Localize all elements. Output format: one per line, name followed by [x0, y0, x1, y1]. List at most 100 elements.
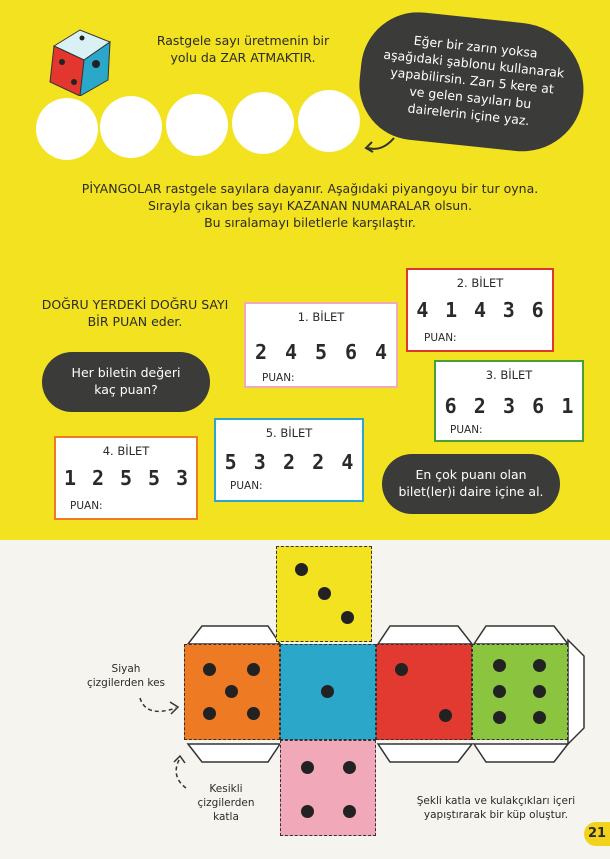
page-number: 21 [584, 822, 610, 846]
ticket-number: 6 [531, 298, 544, 322]
ticket-2-title: 2. BİLET [456, 276, 504, 290]
ticket-number: 1 [561, 394, 574, 418]
ticket-1-numbers: 2 4 5 6 4 [246, 340, 396, 364]
ticket-1-title: 1. BİLET [297, 310, 345, 324]
dice-result-circle-2[interactable] [100, 96, 162, 158]
cut-line-1: Siyah [111, 663, 141, 675]
ticket-number: 1 [445, 298, 458, 322]
ticket-number: 4 [374, 340, 388, 364]
ticket-number: 4 [416, 298, 429, 322]
circle-winner-bubble: En çok puanı olan bilet(ler)i daire için… [382, 454, 560, 514]
circle-bubble-line-2: bilet(ler)i daire içine al. [398, 484, 544, 499]
pip [247, 663, 260, 676]
ticket-5-numbers: 5 3 2 2 4 [216, 450, 362, 474]
dice-result-circle-1[interactable] [36, 98, 98, 160]
ticket-number: 5 [147, 466, 161, 490]
intro-line-2: yolu da ZAR ATMAKTIR. [170, 50, 316, 65]
ticket-1: 1. BİLET 2 4 5 6 4 PUAN: [244, 302, 398, 388]
ticket-2-numbers: 4 1 4 3 6 [408, 298, 552, 322]
arrow-icon [364, 137, 395, 153]
fold-line-1: Kesikli [209, 783, 243, 795]
pip [225, 685, 238, 698]
pip [301, 761, 314, 774]
ticket-number: 6 [532, 394, 545, 418]
ticket-4: 4. BİLET 1 2 5 5 3 PUAN: [54, 436, 198, 520]
ticket-number: 1 [63, 466, 77, 490]
ticket-number: 3 [253, 450, 266, 474]
pip [493, 685, 506, 698]
die-face-six [472, 644, 568, 740]
ticket-number: 5 [224, 450, 237, 474]
ticket-number: 5 [119, 466, 133, 490]
pip [343, 805, 356, 818]
ticket-3-points[interactable]: PUAN: [450, 424, 483, 436]
dice-result-circle-3[interactable] [166, 94, 228, 156]
pip [301, 805, 314, 818]
ticket-number: 2 [473, 394, 486, 418]
intro-text: Rastgele sayı üretmenin bir yolu da ZAR … [138, 32, 348, 66]
dice-result-circle-5[interactable] [298, 90, 360, 152]
fold-line-3: katla [213, 811, 239, 823]
pip [395, 663, 408, 676]
lottery-line-2: Sırayla çıkan beş sayı KAZANAN NUMARALAR… [147, 198, 473, 213]
assemble-instruction: Şekli katla ve kulakçıkları içeri yapışt… [398, 794, 594, 822]
cut-arrow-icon [139, 697, 180, 715]
lottery-instructions: PİYANGOLAR rastgele sayılara dayanır. Aş… [40, 180, 580, 231]
ticket-number: 3 [502, 394, 515, 418]
ticket-number: 2 [282, 450, 295, 474]
ticket-number: 2 [91, 466, 105, 490]
ticket-5-title: 5. BİLET [265, 426, 313, 440]
ticket-number: 5 [314, 340, 328, 364]
circle-bubble-line-1: En çok puanı olan [415, 467, 527, 482]
ticket-4-numbers: 1 2 5 5 3 [56, 466, 196, 490]
ticket-3: 3. BİLET 6 2 3 6 1 PUAN: [434, 360, 584, 442]
fold-instruction: Kesikli çizgilerden katla [188, 782, 264, 824]
pip [493, 659, 506, 672]
pip [318, 587, 331, 600]
pip [533, 711, 546, 724]
pip [533, 685, 546, 698]
pip [321, 685, 334, 698]
question-line-2: kaç puan? [94, 382, 158, 397]
die-face-two [376, 644, 472, 740]
fold-line-2: çizgilerden [197, 797, 255, 809]
pip [341, 611, 354, 624]
intro-line-1: Rastgele sayı üretmenin bir [156, 33, 330, 48]
ticket-number: 6 [344, 340, 358, 364]
die-face-five [184, 644, 280, 740]
ticket-number: 3 [502, 298, 515, 322]
cut-line-2: çizgilerden kes [86, 677, 166, 689]
lottery-line-1: PİYANGOLAR rastgele sayılara dayanır. Aş… [81, 181, 539, 196]
ticket-number: 4 [341, 450, 354, 474]
ticket-number: 3 [175, 466, 189, 490]
pip [343, 761, 356, 774]
ticket-number: 4 [473, 298, 487, 322]
die-illustration [49, 29, 112, 96]
rule-line-2: BİR PUAN eder. [87, 314, 183, 329]
ticket-5: 5. BİLET 5 3 2 2 4 PUAN: [214, 418, 364, 502]
ticket-1-points[interactable]: PUAN: [262, 372, 295, 384]
question-bubble: Her biletin değeri kaç puan? [42, 352, 210, 412]
scoring-rule: DOĞRU YERDEKİ DOĞRU SAYI BİR PUAN eder. [40, 296, 230, 330]
pip [533, 659, 546, 672]
ticket-5-points[interactable]: PUAN: [230, 480, 263, 492]
pip [493, 711, 506, 724]
ticket-2-points[interactable]: PUAN: [424, 332, 457, 344]
die-face-one [280, 644, 376, 740]
dice-result-circle-4[interactable] [232, 92, 294, 154]
ticket-number: 2 [254, 340, 268, 364]
lottery-line-3: Bu sıralamayı biletlerle karşılaştır. [204, 215, 416, 230]
pip [439, 709, 452, 722]
ticket-3-title: 3. BİLET [485, 368, 533, 382]
ticket-4-points[interactable]: PUAN: [70, 500, 103, 512]
ticket-2: 2. BİLET 4 1 4 3 6 PUAN: [406, 268, 554, 352]
pip [203, 707, 216, 720]
ticket-4-title: 4. BİLET [102, 444, 150, 458]
pip [247, 707, 260, 720]
rule-line-1: DOĞRU YERDEKİ DOĞRU SAYI [41, 297, 229, 312]
ticket-number: 2 [312, 450, 325, 474]
die-face-four [280, 740, 376, 836]
ticket-number: 6 [444, 394, 457, 418]
die-face-three [276, 546, 372, 642]
cut-instruction: Siyah çizgilerden kes [76, 662, 176, 690]
